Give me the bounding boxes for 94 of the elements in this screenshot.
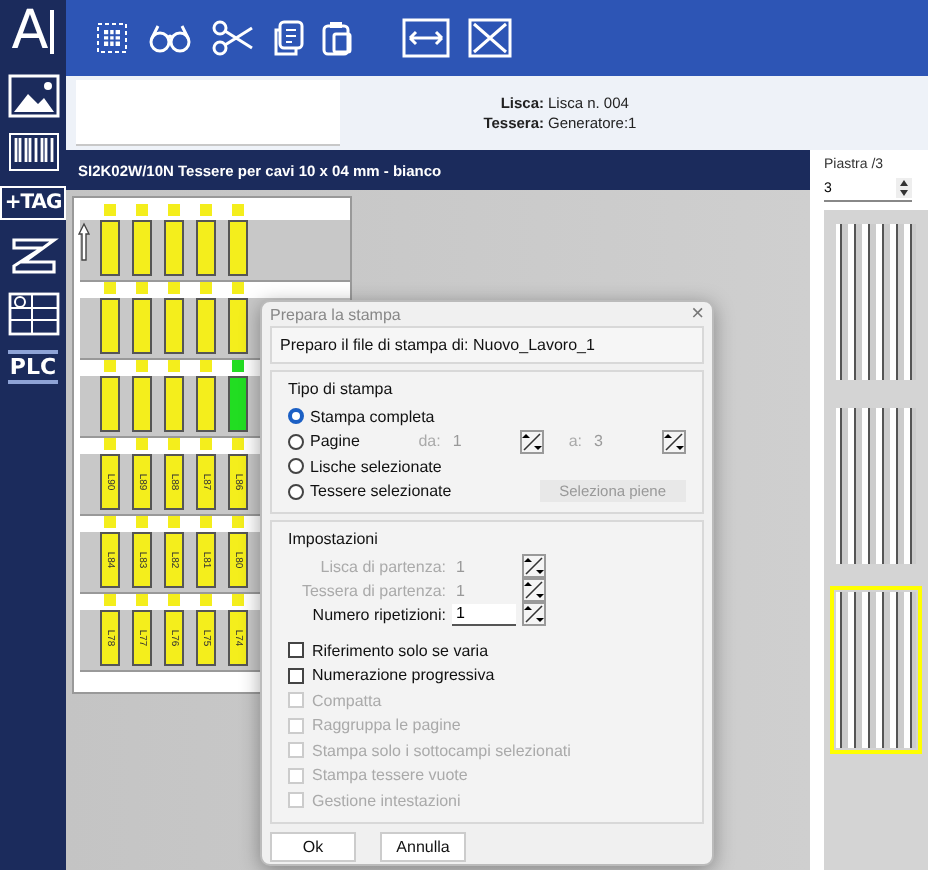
marker-tab xyxy=(232,438,244,450)
tag-button[interactable]: +TAG xyxy=(0,186,66,220)
marker-tab xyxy=(232,204,244,216)
field-label: Numero ripetizioni: xyxy=(312,605,446,623)
checkbox-label[interactable]: Numerazione progressiva xyxy=(312,666,495,685)
binoculars-icon[interactable] xyxy=(148,22,192,54)
plate-thumbnail[interactable] xyxy=(830,586,922,754)
marker-tab xyxy=(136,204,148,216)
marker-tab xyxy=(168,360,180,372)
grid-select-icon[interactable] xyxy=(94,20,130,56)
marker-tab xyxy=(168,516,180,528)
checkbox[interactable] xyxy=(288,642,304,659)
radio-button[interactable] xyxy=(288,408,304,425)
radio-label[interactable]: Pagine xyxy=(310,432,360,451)
barcode-icon[interactable] xyxy=(7,132,59,172)
number-field[interactable]: 1 xyxy=(452,603,516,625)
group-title: Impostazioni xyxy=(288,530,380,548)
close-button[interactable]: × xyxy=(691,302,704,326)
marker-tab xyxy=(232,594,244,606)
cable-marker-tile[interactable] xyxy=(226,360,250,432)
group-title: Tipo di stampa xyxy=(288,380,395,398)
cable-marker-tile[interactable] xyxy=(162,204,186,276)
cable-marker-tile[interactable] xyxy=(194,204,218,276)
paste-icon[interactable] xyxy=(322,20,354,56)
copy-icon[interactable] xyxy=(272,20,304,56)
cable-marker-tile[interactable] xyxy=(194,360,218,432)
marker-tab xyxy=(104,360,116,372)
up-arrow-icon xyxy=(78,222,90,262)
image-icon[interactable] xyxy=(7,74,59,118)
cable-marker-tile[interactable] xyxy=(98,204,122,276)
cable-marker-tile[interactable] xyxy=(98,360,122,432)
marker-tab xyxy=(232,282,244,294)
cable-marker-tile[interactable] xyxy=(130,204,154,276)
spin-button[interactable] xyxy=(520,429,545,454)
cable-marker-tile[interactable] xyxy=(226,282,250,354)
dialog-title: Prepara la stampa xyxy=(270,305,401,323)
cable-marker-tile[interactable] xyxy=(162,360,186,432)
spin-button[interactable] xyxy=(662,429,686,454)
spin-button[interactable] xyxy=(522,554,546,578)
radio-label[interactable]: Stampa completa xyxy=(310,407,435,426)
cable-marker-tile[interactable] xyxy=(98,282,122,354)
cable-marker-tile[interactable] xyxy=(162,282,186,354)
cable-marker-tile[interactable] xyxy=(130,282,154,354)
range-label: a: xyxy=(568,432,582,451)
marker-tab xyxy=(136,594,148,606)
marker-tab xyxy=(104,594,116,606)
dialog-button[interactable]: Annulla xyxy=(380,831,466,861)
marker-tab xyxy=(104,282,116,294)
message-text: Preparo il file di stampa di: Nuovo_Lavoro_1 xyxy=(270,326,704,364)
marker-tab xyxy=(168,204,180,216)
field-label: Tessera di partenza: xyxy=(301,581,446,599)
marker-tab xyxy=(168,438,180,450)
marker-tab xyxy=(136,282,148,294)
radio-button[interactable] xyxy=(288,433,304,450)
marker-tab xyxy=(200,204,212,216)
scissors-icon[interactable] xyxy=(210,20,254,56)
radio-button[interactable] xyxy=(288,458,304,475)
radio-label[interactable]: Tessere selezionate xyxy=(310,482,452,501)
fit-width-icon[interactable] xyxy=(402,18,450,58)
marker-tab xyxy=(104,516,116,528)
checkbox-label[interactable]: Riferimento solo se varia xyxy=(312,641,489,660)
cable-marker-tile[interactable] xyxy=(226,204,250,276)
marker-tab xyxy=(104,204,116,216)
radio-label[interactable]: Lische selezionate xyxy=(310,457,442,476)
marker-tab xyxy=(232,516,244,528)
text-tool-glyph[interactable]: A xyxy=(11,4,49,60)
field-label: Lisca di partenza: xyxy=(320,557,446,575)
marker-tab xyxy=(168,282,180,294)
fit-page-icon[interactable] xyxy=(468,18,512,58)
plate-thumbnail[interactable] xyxy=(830,218,922,386)
dialog-button[interactable]: Ok xyxy=(270,831,356,861)
marker-tab xyxy=(136,438,148,450)
checkbox[interactable] xyxy=(288,667,304,684)
marker-tab xyxy=(200,360,212,372)
cable-marker-tile[interactable] xyxy=(194,282,218,354)
marker-tab xyxy=(104,438,116,450)
marker-tab xyxy=(136,360,148,372)
marker-tab xyxy=(168,594,180,606)
radio-button[interactable] xyxy=(288,483,304,500)
marker-tab xyxy=(232,360,244,372)
text-cursor-icon xyxy=(50,10,55,54)
marker-tab xyxy=(136,516,148,528)
marker-tab xyxy=(200,516,212,528)
plate-thumbnail[interactable] xyxy=(830,402,922,570)
cable-marker-tile[interactable] xyxy=(130,360,154,432)
marker-tab xyxy=(200,282,212,294)
marker-tab xyxy=(200,438,212,450)
marker-tab xyxy=(200,594,212,606)
spin-button[interactable] xyxy=(522,578,546,602)
z-shape-icon[interactable] xyxy=(7,234,59,278)
range-label: da: xyxy=(418,432,441,451)
plc-button[interactable]: PLC xyxy=(7,350,59,384)
spin-button[interactable] xyxy=(522,602,546,626)
table-icon[interactable] xyxy=(7,292,59,336)
